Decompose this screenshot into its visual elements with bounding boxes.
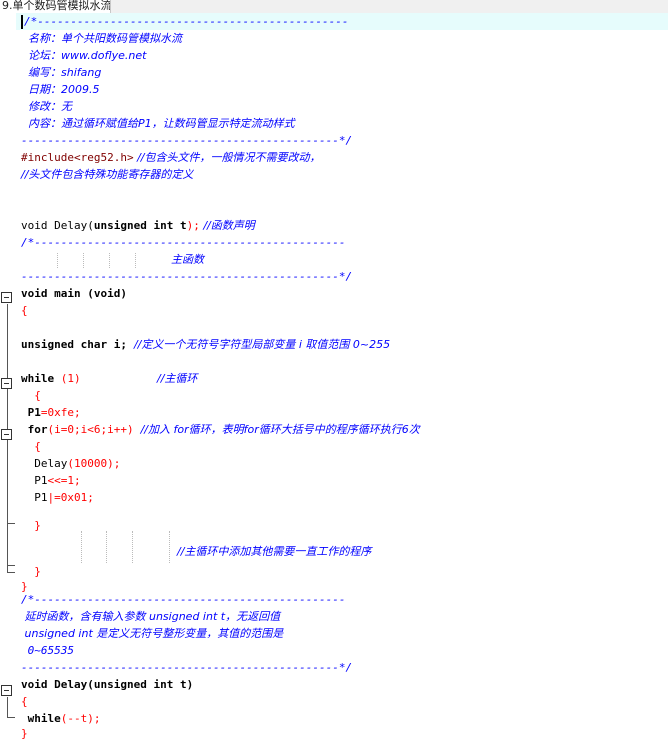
fold-gutter: [0, 13, 16, 749]
code-line: //头文件包含特殊功能寄存器的定义: [21, 168, 194, 181]
indent-guide: [106, 531, 107, 563]
indent-guide: [135, 253, 136, 268]
fold-end: [7, 565, 15, 566]
code-line: //主循环中添加其他需要一直工作的程序: [177, 545, 372, 558]
code-line: 名称：单个共阳数码管模拟水流: [21, 32, 182, 45]
code-line: /*--------------------------------------…: [16, 13, 668, 30]
fold-collapse-icon[interactable]: [1, 292, 12, 303]
indent-guide: [169, 531, 170, 563]
code-line: }: [21, 727, 28, 740]
indent-guide: [83, 253, 84, 268]
tab-bar: 9.单个数码管模拟水流: [0, 0, 668, 14]
code-line: P1=0xfe;: [21, 406, 81, 419]
code-line: Delay(10000);: [21, 457, 121, 470]
code-line: {: [21, 304, 28, 317]
code-line: unsigned int 是定义无符号整形变量，其值的范围是: [21, 627, 284, 640]
code-line: void Delay(unsigned int t): [21, 678, 194, 691]
code-line: while(--t);: [21, 712, 101, 725]
code-line: 0~65535: [21, 644, 74, 657]
code-line: 论坛：www.doflye.net: [21, 49, 147, 62]
code-line: for(i=0;i<6;i++) //加入 for循环，表明for循环大括号中的…: [21, 423, 420, 436]
code-line: void main (void): [21, 287, 127, 300]
fold-end: [7, 523, 15, 524]
code-line: 主函数: [171, 253, 204, 266]
code-line: /*--------------------------------------…: [21, 236, 346, 249]
code-line: ----------------------------------------…: [21, 134, 353, 147]
indent-guide: [132, 531, 133, 563]
fold-end: [7, 717, 15, 718]
code-line: P1<<=1;: [21, 474, 81, 487]
fold-line: [7, 523, 8, 565]
fold-line: [7, 697, 8, 717]
code-line: ----------------------------------------…: [21, 661, 353, 674]
code-line: 修改：无: [21, 100, 72, 113]
code-line: //主循环: [157, 372, 198, 385]
code-line: unsigned char i; //定义一个无符号字符型局部变量 i 取值范围…: [21, 338, 391, 351]
code-line: {: [21, 389, 41, 402]
fold-line: [7, 441, 8, 523]
indent-guide: [109, 253, 110, 268]
code-line: 内容：通过循环赋值给P1，让数码管显示特定流动样式: [21, 117, 295, 130]
fold-collapse-icon[interactable]: [1, 378, 12, 389]
code-line: ----------------------------------------…: [21, 270, 353, 283]
code-line: }: [21, 519, 41, 532]
code-line: {: [21, 440, 41, 453]
code-line: 日期：2009.5: [21, 83, 100, 96]
tab-file[interactable]: 9.单个数码管模拟水流: [0, 0, 111, 13]
code-line: 编写：shifang: [21, 66, 102, 79]
code-line: /*--------------------------------------…: [21, 593, 346, 606]
fold-collapse-icon[interactable]: [1, 429, 12, 440]
text-caret: [21, 15, 23, 29]
fold-end: [7, 572, 15, 573]
code-line: #include<reg52.h> //包含头文件，一般情况不需要改动，: [21, 151, 321, 164]
indent-guide: [57, 253, 58, 268]
indent-guide: [81, 531, 82, 563]
code-line: P1|=0x01;: [21, 491, 94, 504]
code-line: 延时函数，含有输入参数 unsigned int t，无返回值: [21, 610, 281, 623]
code-line: while (1): [21, 372, 81, 385]
code-line: {: [21, 695, 28, 708]
code-line: void Delay(unsigned int t); //函数声明: [21, 219, 255, 232]
fold-collapse-icon[interactable]: [1, 685, 12, 696]
